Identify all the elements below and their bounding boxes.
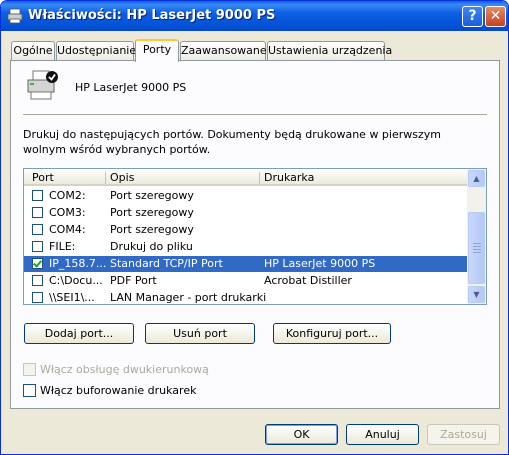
scroll-down-arrow-icon[interactable]: ▼ bbox=[468, 286, 485, 303]
checkbox-box[interactable] bbox=[23, 363, 36, 376]
printer-icon bbox=[27, 70, 58, 100]
port-row-ip[interactable]: IP_158.7... Standard TCP/IP Port HP Lase… bbox=[24, 256, 467, 272]
column-header-description[interactable]: Opis bbox=[110, 171, 134, 184]
port-description: Port szeregowy bbox=[110, 206, 194, 219]
printer-pooling-checkbox[interactable]: Włącz buforowanie drukarek bbox=[23, 383, 223, 397]
port-name: FILE: bbox=[49, 240, 76, 253]
title-bar[interactable]: Właściwości: HP LaserJet 9000 PS ? ✕ bbox=[1, 1, 508, 31]
ports-tab-panel: HP LaserJet 9000 PS Drukuj do następując… bbox=[10, 60, 500, 409]
port-name: COM4: bbox=[49, 223, 86, 236]
grip-line bbox=[473, 249, 481, 250]
printer-name: HP LaserJet 9000 PS bbox=[75, 81, 187, 94]
cancel-button[interactable]: Anuluj bbox=[346, 424, 419, 445]
column-header-port[interactable]: Port bbox=[32, 171, 54, 184]
ports-list-header: Port Opis Drukarka bbox=[24, 169, 467, 186]
apply-button[interactable]: Zastosuj bbox=[427, 424, 500, 445]
column-divider[interactable] bbox=[105, 172, 106, 184]
tab-device-settings[interactable]: Ustawienia urządzenia bbox=[267, 41, 392, 60]
port-name: C:\Docu... bbox=[49, 274, 103, 287]
port-checkbox[interactable] bbox=[32, 275, 43, 286]
scrollbar-thumb[interactable] bbox=[468, 212, 485, 284]
scroll-up-arrow-icon[interactable]: ▲ bbox=[468, 170, 485, 187]
separator bbox=[23, 114, 487, 115]
port-row-pdf[interactable]: C:\Docu... PDF Port Acrobat Distiller bbox=[24, 273, 467, 289]
port-checkbox[interactable] bbox=[32, 207, 43, 218]
printer-icon bbox=[7, 8, 23, 24]
port-description: Drukuj do pliku bbox=[110, 240, 193, 253]
port-row-com3[interactable]: COM3: Port szeregowy bbox=[24, 205, 467, 221]
port-checkbox[interactable] bbox=[32, 224, 43, 235]
add-port-button[interactable]: Dodaj port... bbox=[24, 323, 134, 344]
port-name: \\SEI1\... bbox=[49, 291, 95, 304]
bidirectional-support-label: Włącz obsługę dwukierunkową bbox=[40, 363, 209, 376]
port-description: Standard TCP/IP Port bbox=[110, 257, 223, 270]
help-button[interactable]: ? bbox=[462, 6, 483, 27]
port-printer: HP LaserJet 9000 PS bbox=[264, 257, 376, 270]
tab-ports[interactable]: Porty bbox=[135, 39, 179, 62]
configure-port-button[interactable]: Konfiguruj port... bbox=[273, 323, 391, 344]
column-header-printer[interactable]: Drukarka bbox=[264, 171, 314, 184]
delete-port-button[interactable]: Usuń port bbox=[145, 323, 255, 344]
close-button[interactable]: ✕ bbox=[485, 6, 506, 27]
tab-general[interactable]: Ogólne bbox=[11, 41, 55, 60]
port-description: Port szeregowy bbox=[110, 223, 194, 236]
port-name: COM2: bbox=[49, 189, 86, 202]
port-checkbox[interactable] bbox=[32, 190, 43, 201]
port-name: IP_158.7... bbox=[49, 257, 107, 270]
window-title: Właściwości: HP LaserJet 9000 PS bbox=[28, 8, 276, 23]
printer-properties-dialog: Właściwości: HP LaserJet 9000 PS ? ✕ Ogó… bbox=[0, 0, 509, 455]
port-checkbox[interactable] bbox=[32, 258, 43, 269]
port-printer: Acrobat Distiller bbox=[264, 274, 352, 287]
port-name: COM3: bbox=[49, 206, 86, 219]
ports-list[interactable]: Port Opis Drukarka COM2: Port szeregowy … bbox=[23, 168, 487, 305]
printer-pooling-label: Włącz buforowanie drukarek bbox=[40, 384, 197, 397]
port-row-com2[interactable]: COM2: Port szeregowy bbox=[24, 188, 467, 204]
tab-advanced[interactable]: Zaawansowane bbox=[180, 41, 267, 60]
bidirectional-support-checkbox[interactable]: Włącz obsługę dwukierunkową bbox=[23, 362, 223, 376]
port-description: LAN Manager - port drukarki bbox=[110, 291, 267, 304]
port-row-file[interactable]: FILE: Drukuj do pliku bbox=[24, 239, 467, 255]
tab-sharing[interactable]: Udostępnianie bbox=[56, 41, 136, 60]
port-description: Port szeregowy bbox=[110, 189, 194, 202]
port-checkbox[interactable] bbox=[32, 241, 43, 252]
grip-line bbox=[473, 252, 481, 253]
port-description: PDF Port bbox=[110, 274, 157, 287]
port-row-lan[interactable]: \\SEI1\... LAN Manager - port drukarki bbox=[24, 290, 467, 304]
ports-list-scrollbar[interactable]: ▲ ▼ bbox=[467, 169, 486, 304]
grip-line bbox=[473, 246, 481, 247]
column-divider[interactable] bbox=[259, 172, 260, 184]
ok-button[interactable]: OK bbox=[265, 424, 338, 445]
port-row-com4[interactable]: COM4: Port szeregowy bbox=[24, 222, 467, 238]
checkbox-box[interactable] bbox=[23, 384, 36, 397]
grip-line bbox=[473, 243, 481, 244]
port-checkbox[interactable] bbox=[32, 292, 43, 303]
ports-description: Drukuj do następujących portów. Dokument… bbox=[23, 128, 441, 156]
